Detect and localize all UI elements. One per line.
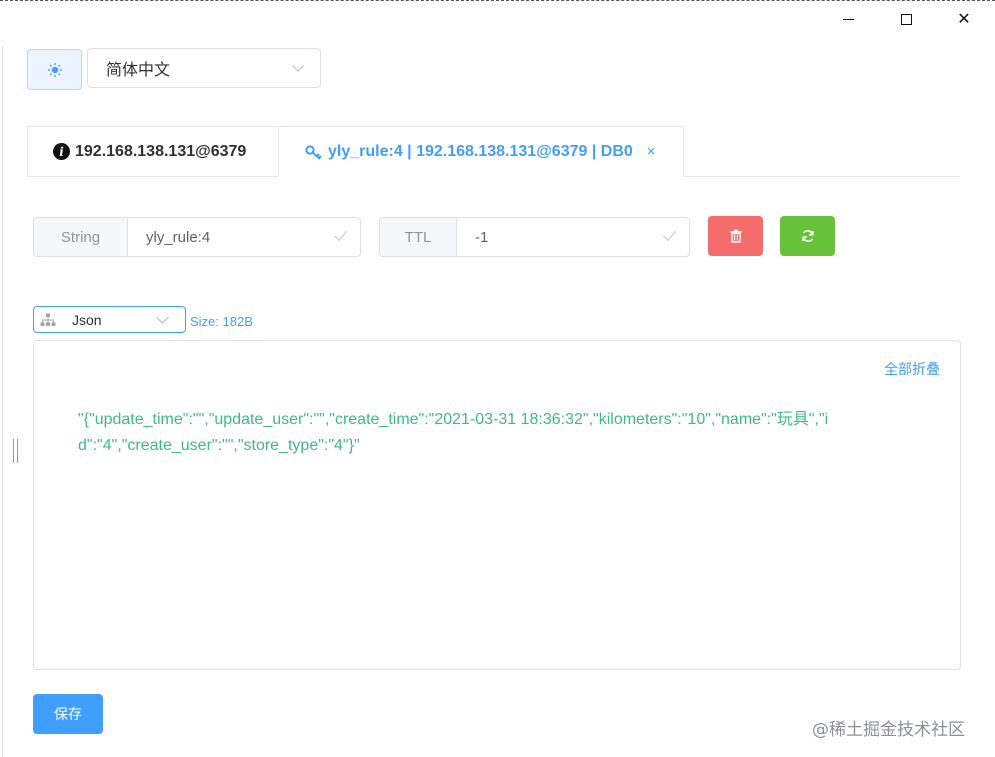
close-window-button[interactable]: ✕ [936, 2, 992, 36]
check-icon[interactable] [662, 227, 677, 241]
collapse-all-link[interactable]: 全部折叠 [884, 359, 940, 379]
tab-close-icon[interactable]: × [647, 143, 656, 160]
ttl-input-group: TTL -1 [379, 217, 690, 257]
key-icon [305, 144, 323, 160]
tab-label: yly_rule:4 | 192.168.138.131@6379 | DB0 [328, 142, 633, 160]
panel-resize-handle[interactable] [13, 439, 18, 463]
tab-connection-info[interactable]: i 192.168.138.131@6379 [27, 126, 279, 177]
key-name-value: yly_rule:4 [146, 228, 211, 246]
tree-structure-icon [40, 313, 56, 327]
theme-toggle-icon [47, 62, 62, 77]
key-name-input-group: String yly_rule:4 [33, 217, 361, 257]
ttl-label: TTL [380, 218, 457, 256]
view-format-value: Json [72, 311, 102, 328]
refresh-key-button[interactable] [780, 216, 835, 256]
watermark: @稀土掘金技术社区 [812, 720, 965, 740]
chevron-down-icon [156, 311, 169, 324]
left-panel-border [2, 46, 3, 757]
window-top-border [0, 0, 995, 1]
language-select[interactable]: 简体中文 [87, 48, 321, 88]
ttl-input[interactable]: -1 [457, 218, 689, 256]
view-format-select[interactable]: Json [33, 306, 186, 333]
maximize-icon [900, 13, 912, 25]
minimize-button[interactable] [820, 2, 876, 36]
ttl-value: -1 [475, 228, 489, 246]
maximize-button[interactable] [878, 2, 934, 36]
refresh-icon [801, 230, 814, 242]
save-button[interactable]: 保存 [33, 694, 103, 734]
minimize-icon [842, 18, 854, 20]
delete-key-button[interactable] [708, 216, 763, 256]
trash-icon [730, 229, 741, 243]
info-icon: i [53, 143, 70, 160]
language-value: 简体中文 [106, 60, 171, 79]
tab-key-detail[interactable]: yly_rule:4 | 192.168.138.131@6379 | DB0 … [278, 126, 684, 177]
chevron-down-icon [292, 60, 304, 72]
json-string-value[interactable]: "{"update_time":"","update_user":"","cre… [78, 407, 868, 459]
tab-label: 192.168.138.131@6379 [75, 142, 247, 160]
key-name-input[interactable]: yly_rule:4 [128, 218, 360, 256]
theme-toggle-button[interactable] [27, 49, 82, 90]
close-icon: ✕ [957, 11, 971, 28]
check-icon[interactable] [333, 227, 348, 241]
key-type-label: String [34, 218, 128, 256]
json-editor[interactable]: 全部折叠 "{"update_time":"","update_user":""… [33, 340, 961, 670]
value-size-label: Size: 182B [190, 314, 253, 329]
